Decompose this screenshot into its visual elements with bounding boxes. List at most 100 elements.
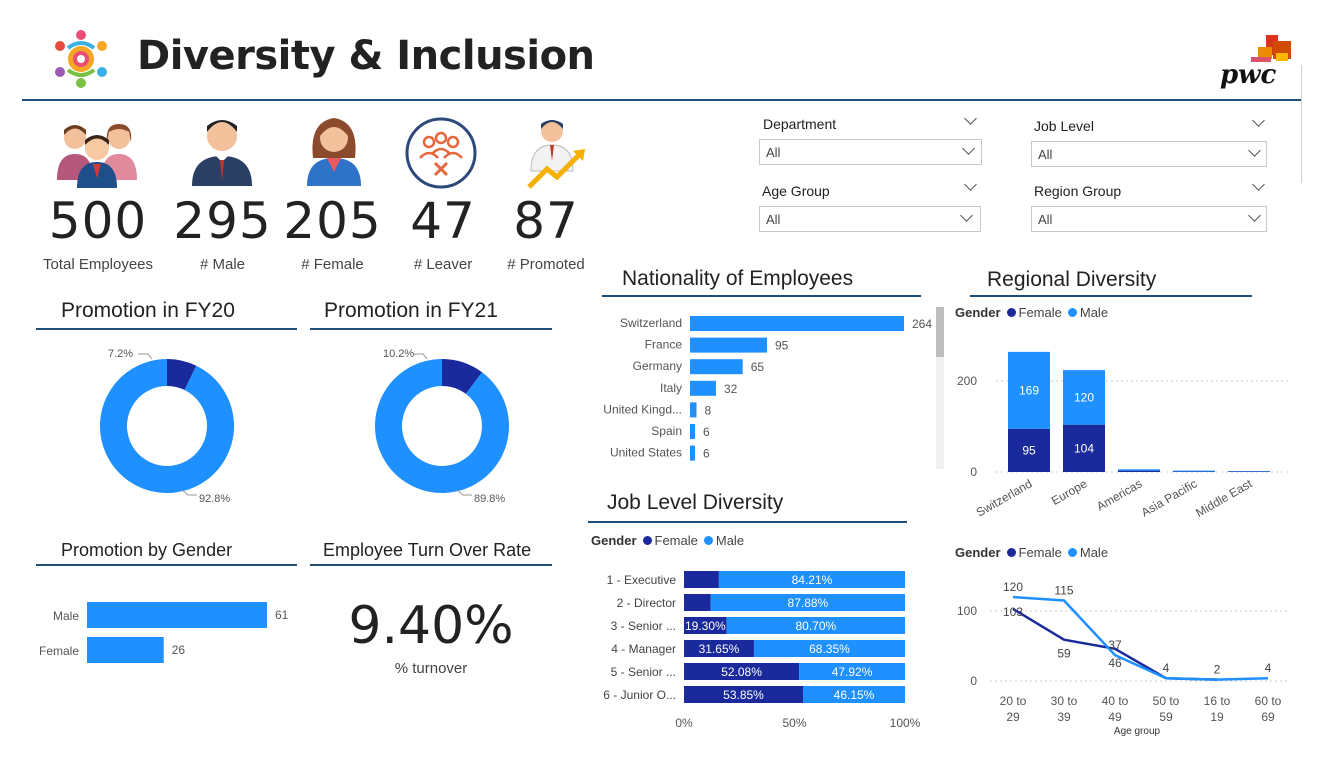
- x-tick-label: 100%: [890, 716, 921, 730]
- job-level-legend: Gender Female Male: [591, 533, 744, 548]
- bar: [690, 445, 695, 461]
- x-tick-label: 50%: [782, 716, 806, 730]
- series-line-male: [1012, 595, 1269, 681]
- section-underline: [36, 328, 297, 330]
- section-underline: [36, 564, 297, 566]
- filter-job-level-title: Job Level: [1034, 118, 1094, 134]
- bar-female: [1118, 470, 1160, 472]
- legend-female: Female: [654, 533, 698, 548]
- turnover-value: 9.40%: [348, 596, 514, 656]
- legend-title: Gender: [955, 545, 1001, 560]
- point-label: 120: [1003, 580, 1023, 594]
- legend-male: Male: [1079, 545, 1109, 560]
- kpi-male-value: 295: [173, 192, 272, 250]
- bar-value-label: 68.35%: [809, 642, 850, 656]
- filter-region-group-select[interactable]: All: [1031, 206, 1267, 232]
- label-leader: [456, 489, 472, 496]
- filter-age-group-select[interactable]: All: [759, 206, 981, 232]
- legend-female: Female: [1018, 305, 1062, 320]
- section-underline: [602, 295, 921, 297]
- x-tick-label: 50 to: [1153, 694, 1180, 708]
- brand-name: pwc: [1220, 60, 1277, 90]
- chevron-down-icon[interactable]: [1252, 114, 1265, 127]
- kpi-leaver-value: 47: [410, 192, 476, 250]
- slice-label: 10.2%: [383, 348, 414, 360]
- bar-value-label: 53.85%: [723, 688, 764, 702]
- x-tick-label: 49: [1108, 710, 1122, 724]
- x-tick-label: Asia Pacific: [1139, 476, 1200, 519]
- bar-value-label: 26: [172, 643, 186, 657]
- bar-category-label: Male: [53, 609, 79, 623]
- point-label: 115: [1054, 584, 1073, 598]
- bar-value-label: 120: [1074, 390, 1094, 404]
- kpi-promoted-value: 87: [513, 192, 579, 250]
- bar: [690, 424, 695, 439]
- bar-value-label: 80.70%: [795, 619, 836, 633]
- bar: [690, 337, 768, 353]
- bar-value-label: 19.30%: [685, 619, 726, 633]
- section-title-turnover: Employee Turn Over Rate: [323, 540, 532, 560]
- bar: [87, 602, 267, 628]
- label-leader: [413, 353, 428, 360]
- bar-value-label: 6: [703, 447, 710, 461]
- bar-category-label: 3 - Senior ...: [611, 619, 676, 633]
- bar-value-label: 95: [775, 339, 789, 353]
- regional-bar-chart: 0 200 95 169 Switzerland 104 120 Europe Americas…: [957, 351, 1290, 520]
- nationality-scrollbar[interactable]: [936, 307, 944, 469]
- bar-category-label: Spain: [651, 424, 682, 438]
- bar-value-label: 264: [912, 317, 932, 331]
- promoted-icon: [525, 115, 590, 189]
- filter-department-select[interactable]: All: [759, 139, 982, 165]
- bar-female: [684, 594, 711, 611]
- age-group-line-chart: 0100 1035946120 115374 2 420 to2930 to3940 t…: [957, 580, 1290, 737]
- legend-female: Female: [1018, 545, 1062, 560]
- x-tick-label: 40 to: [1102, 694, 1129, 708]
- filter-region-group-title: Region Group: [1034, 183, 1122, 199]
- bar-category-label: Germany: [633, 359, 682, 373]
- bar-category-label: 6 - Junior O...: [603, 688, 676, 702]
- y-tick-label: 200: [957, 374, 977, 388]
- bar-category-label: 1 - Executive: [607, 573, 677, 587]
- bar-category-label: 2 - Director: [617, 596, 676, 610]
- bar-value-label: 95: [1022, 443, 1036, 457]
- promo-fy20-donut-chart: 7.2% 92.8%: [99, 348, 234, 505]
- point-label: 103: [1003, 605, 1023, 619]
- legend-title: Gender: [591, 533, 637, 548]
- nationality-bar-chart: Switzerland 264 France 95 Germany 65 Italy 32 Un…: [603, 316, 932, 461]
- section-title-promo-fy20: Promotion in FY20: [61, 299, 235, 322]
- y-tick-label: 100: [957, 604, 977, 618]
- x-tick-label: Europe: [1049, 476, 1090, 508]
- bar-value-label: 169: [1019, 383, 1039, 397]
- female-icon: [305, 112, 363, 186]
- bar-value-label: 47.92%: [832, 665, 873, 679]
- section-underline: [310, 564, 552, 566]
- bar-male: [1118, 469, 1160, 471]
- point-label: 2: [1214, 663, 1221, 677]
- x-tick-label: 16 to: [1204, 694, 1231, 708]
- promo-fy21-donut-chart: 10.2% 89.8%: [375, 348, 509, 505]
- scrollbar-thumb[interactable]: [936, 307, 944, 357]
- filter-department-title: Department: [763, 116, 837, 132]
- header-divider: [22, 99, 1302, 101]
- filter-job-level-select[interactable]: All: [1031, 141, 1267, 167]
- job-level-bar-chart: 1 - Executive 84.21% 2 - Director 87.88% 3 -…: [603, 571, 921, 730]
- section-underline: [310, 328, 552, 330]
- bar: [690, 316, 904, 331]
- y-tick-label: 0: [970, 674, 977, 688]
- y-tick-label: 0: [970, 465, 977, 479]
- page-title: Diversity & Inclusion: [137, 33, 595, 79]
- chevron-down-icon[interactable]: [1252, 178, 1265, 191]
- bar-value-label: 104: [1074, 441, 1094, 455]
- bar-category-label: Switzerland: [620, 316, 682, 330]
- chevron-down-icon[interactable]: [964, 112, 977, 125]
- bar-category-label: 4 - Manager: [611, 642, 676, 656]
- bar-category-label: Italy: [660, 381, 682, 395]
- chevron-down-icon[interactable]: [964, 178, 977, 191]
- section-title-promo-gender: Promotion by Gender: [61, 540, 233, 560]
- point-label: 4: [1163, 661, 1170, 675]
- filter-age-group-title: Age Group: [762, 183, 830, 199]
- label-leader: [138, 353, 153, 360]
- x-tick-label: 19: [1210, 710, 1224, 724]
- slice-label: 92.8%: [199, 493, 230, 505]
- legend-male: Male: [1079, 305, 1109, 320]
